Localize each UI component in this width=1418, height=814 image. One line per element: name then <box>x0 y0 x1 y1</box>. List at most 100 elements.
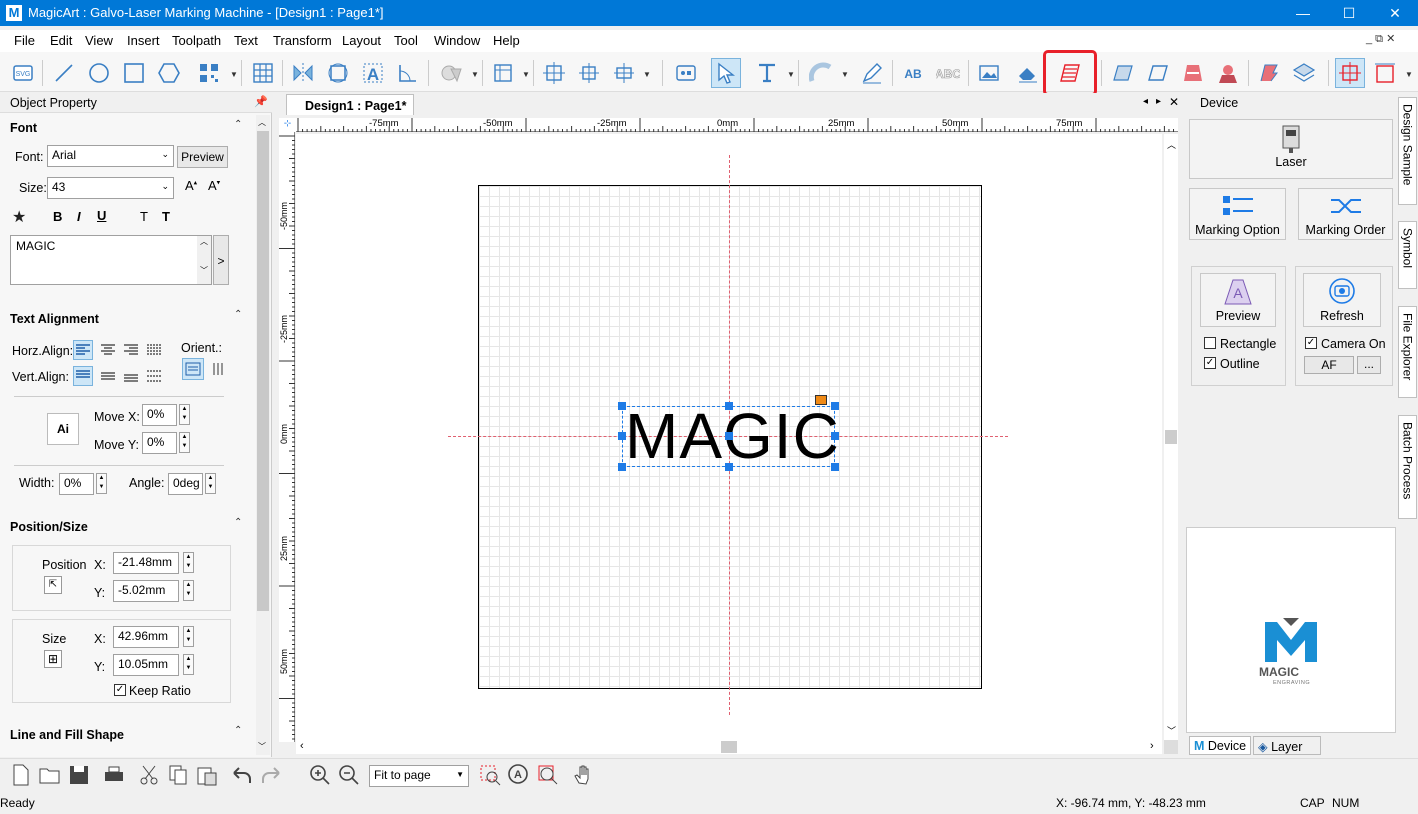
keep-ratio-checkbox[interactable]: ✓ <box>114 684 126 696</box>
font-preview-button[interactable]: Preview <box>177 146 228 168</box>
portrait-photo-icon[interactable] <box>1213 58 1243 88</box>
save-icon[interactable] <box>64 760 94 790</box>
camera-more-button[interactable]: ... <box>1357 356 1381 374</box>
resize-handle[interactable] <box>725 463 733 471</box>
page-frame-icon[interactable] <box>1370 58 1400 88</box>
menu-insert[interactable]: Insert <box>127 33 160 48</box>
orient-horizontal-icon[interactable] <box>182 358 204 380</box>
object-manager-icon[interactable] <box>671 58 701 88</box>
scroll-down-icon[interactable]: ﹀ <box>258 741 266 752</box>
side-tab-batch-process[interactable]: Batch Process <box>1398 415 1417 519</box>
tab-close-icon[interactable]: ✕ <box>1169 95 1179 109</box>
pen-edit-icon[interactable] <box>857 58 887 88</box>
side-tab-design-sample[interactable]: Design Sample <box>1398 97 1417 205</box>
move-x-spinner[interactable]: ▲ ▼ <box>179 404 190 425</box>
hatch-fill-button[interactable] <box>1043 50 1097 96</box>
text-content-input[interactable]: MAGIC ︿ ﹀ <box>10 235 212 285</box>
align-justify-icon[interactable] <box>144 340 164 360</box>
eraser-icon[interactable] <box>1013 58 1043 88</box>
align-center-icon[interactable] <box>539 58 569 88</box>
autofocus-button[interactable]: AF <box>1304 356 1354 374</box>
resize-handle[interactable] <box>618 463 626 471</box>
image-icon[interactable] <box>974 58 1004 88</box>
chevron-down-icon[interactable]: ▼ <box>471 70 479 79</box>
camera-on-checkbox[interactable]: ✓ <box>1305 337 1317 349</box>
move-y-spinner[interactable]: ▲ ▼ <box>179 432 190 453</box>
line-tool-icon[interactable] <box>49 58 79 88</box>
width-spinner[interactable]: ▲ ▼ <box>96 473 107 494</box>
zoom-text-icon[interactable]: A <box>504 760 534 790</box>
move-y-input[interactable]: 0% <box>142 432 177 454</box>
rotate-handle[interactable] <box>815 395 827 405</box>
menu-tool[interactable]: Tool <box>394 33 418 48</box>
scroll-left-icon[interactable]: ‹ <box>300 740 304 752</box>
maximize-button[interactable]: ☐ <box>1326 0 1372 26</box>
align-right-icon[interactable] <box>121 340 141 360</box>
chevron-down-icon[interactable]: ▼ <box>522 70 530 79</box>
canvas-horizontal-scrollbar[interactable]: ‹ › <box>296 740 1162 754</box>
resize-handle[interactable] <box>618 432 626 440</box>
rotate-icon[interactable] <box>323 58 353 88</box>
menu-layout[interactable]: Layout <box>342 33 381 48</box>
scrollbar-thumb[interactable] <box>1165 430 1177 444</box>
text-scrollbar[interactable]: ︿ ﹀ <box>197 236 211 284</box>
layers-icon[interactable] <box>1289 58 1319 88</box>
font-shrink-icon[interactable]: A▾ <box>208 178 220 193</box>
collapse-icon[interactable]: ⌃ <box>234 309 246 321</box>
menu-view[interactable]: View <box>85 33 113 48</box>
side-tab-file-explorer[interactable]: File Explorer <box>1398 306 1417 398</box>
parallelogram-outline-icon[interactable] <box>1143 58 1173 88</box>
refresh-button[interactable]: Refresh <box>1303 273 1381 327</box>
tab-layer[interactable]: ◈ Layer <box>1253 736 1321 755</box>
document-tab[interactable]: Design1 : Page1* <box>286 94 414 115</box>
marking-engrave-icon[interactable] <box>1178 58 1208 88</box>
tab-prev-icon[interactable]: ◂ <box>1143 96 1148 107</box>
open-folder-icon[interactable] <box>35 760 65 790</box>
chevron-down-icon[interactable]: ▼ <box>1405 70 1413 79</box>
move-x-input[interactable]: 0% <box>142 404 177 426</box>
orient-vertical-icon[interactable] <box>209 359 229 379</box>
chevron-down-icon[interactable]: ▼ <box>230 70 238 79</box>
menu-transform[interactable]: Transform <box>273 33 332 48</box>
rectangle-tool-icon[interactable] <box>119 58 149 88</box>
text-expand-button[interactable]: > <box>213 235 229 285</box>
underline-icon[interactable]: U <box>97 208 106 223</box>
align-center-text-icon[interactable] <box>98 340 118 360</box>
menu-text[interactable]: Text <box>234 33 258 48</box>
resize-handle[interactable] <box>725 432 733 440</box>
crosshair-grid-icon[interactable] <box>1335 58 1365 88</box>
size-y-input[interactable]: 10.05mm <box>113 654 179 676</box>
italic-icon[interactable]: I <box>77 209 81 224</box>
menu-toolpath[interactable]: Toolpath <box>172 33 221 48</box>
width-input[interactable]: 0% <box>59 473 94 495</box>
scroll-up-icon[interactable]: ︿ <box>1167 138 1176 151</box>
text-outline-icon[interactable]: ABC <box>933 58 963 88</box>
import-svg-icon[interactable]: SVG <box>8 58 38 88</box>
scrollbar-thumb[interactable] <box>721 741 737 753</box>
new-file-icon[interactable] <box>6 760 36 790</box>
mirror-icon[interactable] <box>288 58 318 88</box>
laser-button[interactable]: Laser <box>1189 119 1393 179</box>
pos-x-input[interactable]: -21.48mm <box>113 552 179 574</box>
menu-file[interactable]: File <box>14 33 35 48</box>
star-icon[interactable]: ★ <box>12 207 26 227</box>
angle-spinner[interactable]: ▲ ▼ <box>205 473 216 494</box>
valign-top-icon[interactable] <box>73 366 93 386</box>
pos-y-spinner[interactable]: ▲ ▼ <box>183 580 194 601</box>
table-grid-icon[interactable] <box>248 58 278 88</box>
rectangle-checkbox[interactable] <box>1204 337 1216 349</box>
collapse-icon[interactable]: ⌃ <box>234 725 246 737</box>
text-tool-icon[interactable]: A <box>358 58 388 88</box>
bold-icon[interactable]: B <box>53 209 62 224</box>
qr-code-icon[interactable] <box>194 58 224 88</box>
scroll-down-icon[interactable]: ﹀ <box>1167 724 1176 737</box>
pos-y-input[interactable]: -5.02mm <box>113 580 179 602</box>
align-page-icon[interactable] <box>574 58 604 88</box>
text-bold-icon[interactable]: T <box>162 209 170 224</box>
zoom-selection-icon[interactable] <box>475 760 505 790</box>
resize-handle[interactable] <box>831 432 839 440</box>
resize-handle[interactable] <box>831 463 839 471</box>
chevron-down-icon[interactable]: ▼ <box>643 70 651 79</box>
redo-icon[interactable] <box>256 760 286 790</box>
scroll-up-icon[interactable]: ︿ <box>258 117 266 128</box>
